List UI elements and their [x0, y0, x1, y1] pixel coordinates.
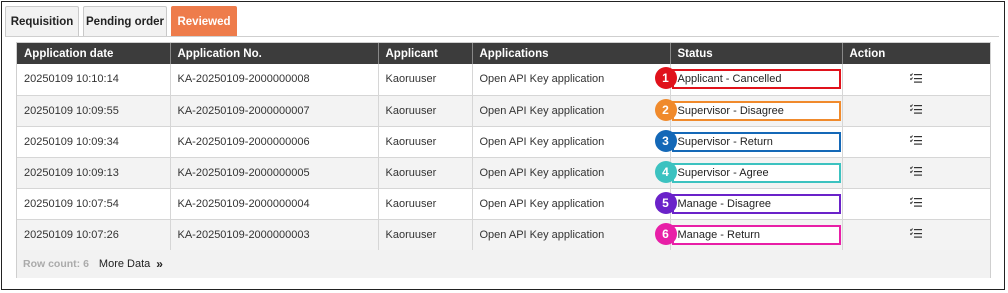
applications-cell: Open API Key application [472, 219, 671, 251]
status-cell: Manage - Disagree 5 [654, 188, 843, 220]
status-box: Supervisor - Return 3 [654, 129, 841, 152]
status-text: Supervisor - Return [677, 135, 773, 148]
number-marker-badge: 2 [654, 98, 677, 121]
applications-cell: Open API Key application [472, 64, 671, 96]
application-date-cell: 20250109 10:09:55 [17, 95, 171, 127]
column-header-applications[interactable]: Applications [472, 43, 671, 64]
column-header-action: Action [842, 43, 990, 64]
applicant-cell: Kaoruuser [378, 95, 473, 127]
table-row[interactable]: 20250109 10:10:14 KA-20250109-2000000008 K… [17, 64, 990, 96]
status-cell: Supervisor - Return 3 [654, 126, 843, 158]
status-cell: Supervisor - Agree 4 [654, 157, 843, 189]
status-box: Supervisor - Disagree 2 [654, 98, 841, 121]
action-cell [842, 157, 990, 189]
table-footer: Row count: 6 More Data » [17, 250, 990, 278]
applications-cell: Open API Key application [472, 157, 671, 189]
status-box: Manage - Return 6 [654, 222, 841, 245]
status-text: Supervisor - Agree [677, 166, 769, 179]
list-detail-icon[interactable] [910, 166, 923, 176]
application-date-cell: 20250109 10:09:34 [17, 126, 171, 158]
table-body: 20250109 10:10:14 KA-20250109-2000000008 K… [17, 64, 990, 251]
application-no-cell: KA-20250109-2000000006 [170, 126, 379, 158]
tab-pending-order[interactable]: Pending order [83, 6, 167, 36]
applications-cell: Open API Key application [472, 95, 671, 127]
application-no-cell: KA-20250109-2000000008 [170, 64, 379, 96]
applicant-cell: Kaoruuser [378, 219, 473, 251]
action-cell [842, 64, 990, 96]
list-detail-icon[interactable] [910, 197, 923, 207]
table-row[interactable]: 20250109 10:07:26 KA-20250109-2000000003 K… [17, 219, 990, 251]
tab-reviewed[interactable]: Reviewed [171, 6, 237, 36]
number-marker-badge: 4 [654, 160, 677, 183]
number-marker-badge: 1 [654, 67, 677, 89]
tab-divider [5, 36, 999, 37]
application-date-cell: 20250109 10:07:26 [17, 219, 171, 251]
application-date-cell: 20250109 10:07:54 [17, 188, 171, 220]
table-row[interactable]: 20250109 10:07:54 KA-20250109-2000000004 K… [17, 188, 990, 220]
application-no-cell: KA-20250109-2000000007 [170, 95, 379, 127]
status-text: Supervisor - Disagree [677, 104, 784, 117]
applicant-cell: Kaoruuser [378, 188, 473, 220]
status-cell: Manage - Return 6 [654, 219, 843, 251]
status-text: Manage - Return [677, 228, 761, 241]
applications-table: Application date Application No. Applica… [17, 43, 990, 251]
applications-cell: Open API Key application [472, 126, 671, 158]
row-count: Row count: 6 [23, 258, 89, 270]
tab-requisition[interactable]: Requisition [5, 6, 79, 36]
action-cell [842, 95, 990, 127]
column-header-applicant[interactable]: Applicant [378, 43, 473, 64]
applications-panel: Application date Application No. Applica… [16, 42, 991, 278]
number-marker-badge: 3 [654, 129, 677, 152]
number-marker-badge: 5 [654, 191, 677, 214]
table-row[interactable]: 20250109 10:09:55 KA-20250109-2000000007 K… [17, 95, 990, 127]
list-detail-icon[interactable] [910, 73, 923, 83]
applications-cell: Open API Key application [472, 188, 671, 220]
application-date-cell: 20250109 10:10:14 [17, 64, 171, 96]
number-marker-badge: 6 [654, 222, 677, 245]
application-no-cell: KA-20250109-2000000003 [170, 219, 379, 251]
table-row[interactable]: 20250109 10:09:13 KA-20250109-2000000005 K… [17, 157, 990, 189]
applicant-cell: Kaoruuser [378, 64, 473, 96]
application-no-cell: KA-20250109-2000000004 [170, 188, 379, 220]
column-header-status[interactable]: Status [670, 43, 843, 64]
list-detail-icon[interactable] [910, 135, 923, 145]
action-cell [842, 219, 990, 251]
action-cell [842, 126, 990, 158]
status-text: Manage - Disagree [677, 197, 772, 210]
application-no-cell: KA-20250109-2000000005 [170, 157, 379, 189]
more-data-label: More Data [98, 258, 151, 270]
double-chevron-right-icon: » [156, 257, 163, 271]
status-cell: Applicant - Cancelled 1 [654, 64, 843, 96]
status-box: Applicant - Cancelled 1 [654, 67, 841, 89]
list-detail-icon[interactable] [910, 228, 923, 238]
more-data-button[interactable]: More Data » [99, 257, 163, 271]
table-row[interactable]: 20250109 10:09:34 KA-20250109-2000000006 K… [17, 126, 990, 158]
status-box: Supervisor - Agree 4 [654, 160, 841, 183]
list-detail-icon[interactable] [910, 104, 923, 114]
application-date-cell: 20250109 10:09:13 [17, 157, 171, 189]
tab-bar: Requisition Pending order Reviewed [5, 6, 241, 36]
status-text: Applicant - Cancelled [677, 73, 782, 85]
column-header-application-no[interactable]: Application No. [170, 43, 379, 64]
status-cell: Supervisor - Disagree 2 [654, 95, 843, 127]
applicant-cell: Kaoruuser [378, 126, 473, 158]
applicant-cell: Kaoruuser [378, 157, 473, 189]
column-header-application-date[interactable]: Application date [17, 43, 171, 64]
action-cell [842, 188, 990, 220]
table-header-row: Application date Application No. Applica… [17, 43, 990, 64]
status-box: Manage - Disagree 5 [654, 191, 841, 214]
